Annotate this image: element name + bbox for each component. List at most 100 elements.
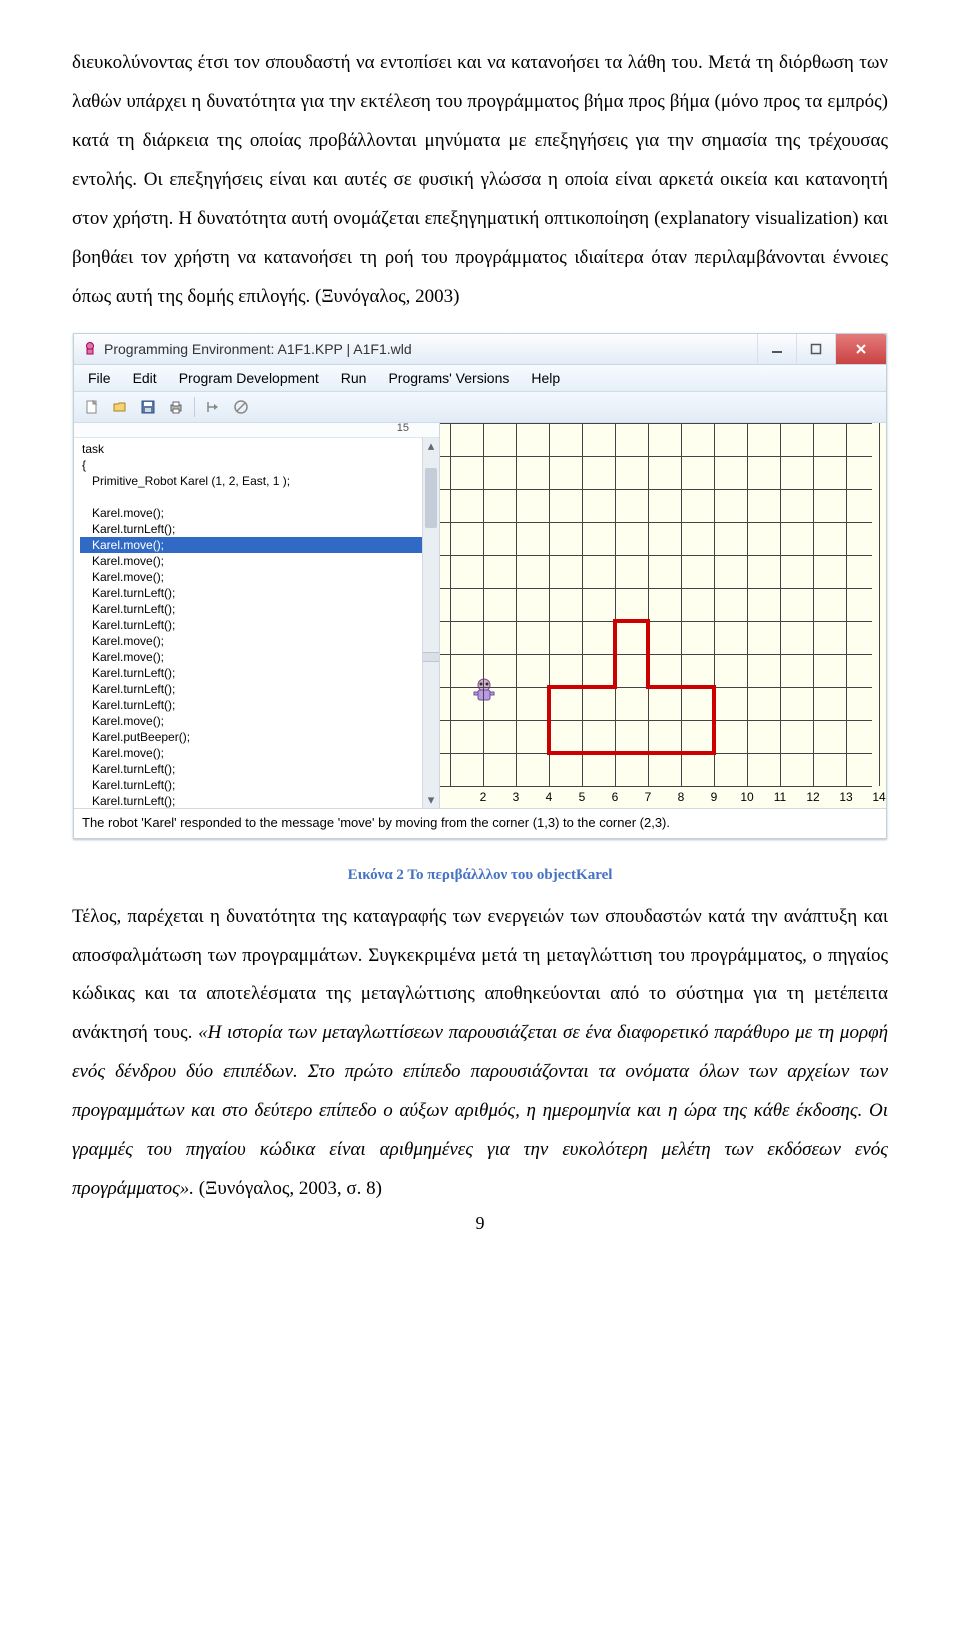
print-icon[interactable] bbox=[164, 395, 188, 419]
grid-line bbox=[483, 423, 484, 786]
grid-line bbox=[582, 423, 583, 786]
grid-line bbox=[440, 555, 872, 556]
axis-label: 13 bbox=[839, 790, 852, 804]
grid-line bbox=[440, 522, 872, 523]
code-line[interactable]: Karel.turnLeft(); bbox=[80, 681, 433, 697]
prose-para-1: διευκολύνοντας έτσι τον σπουδαστή να εντ… bbox=[72, 44, 888, 317]
code-line[interactable]: Karel.putBeeper(); bbox=[80, 729, 433, 745]
code-line[interactable]: Karel.turnLeft(); bbox=[80, 793, 433, 808]
code-line[interactable]: Karel.turnLeft(); bbox=[80, 777, 433, 793]
grid-line bbox=[747, 423, 748, 786]
close-button[interactable] bbox=[835, 334, 886, 364]
maximize-button[interactable] bbox=[796, 334, 835, 364]
status-bar: The robot 'Karel' responded to the messa… bbox=[74, 808, 886, 838]
wall bbox=[547, 685, 551, 755]
step-icon[interactable] bbox=[201, 395, 225, 419]
window-title: Programming Environment: A1F1.KPP | A1F1… bbox=[104, 341, 412, 357]
window-controls bbox=[757, 334, 886, 364]
code-line[interactable]: Karel.turnLeft(); bbox=[80, 585, 433, 601]
grid-line bbox=[813, 423, 814, 786]
wall bbox=[712, 685, 716, 755]
prose-para-2: Τέλος, παρέχεται η δυνατότητα της καταγρ… bbox=[72, 898, 888, 1210]
page-number: 9 bbox=[72, 1213, 888, 1234]
new-file-icon[interactable] bbox=[80, 395, 104, 419]
menu-edit[interactable]: Edit bbox=[127, 369, 163, 387]
code-line[interactable]: Karel.move(); bbox=[80, 553, 433, 569]
code-line[interactable]: task bbox=[80, 441, 433, 457]
figure-caption: Εικόνα 2 Το περιβάλλλον του objectKarel bbox=[72, 867, 888, 884]
toolbar bbox=[74, 392, 886, 423]
grid-line bbox=[440, 489, 872, 490]
axis-label: 6 bbox=[612, 790, 619, 804]
wall bbox=[547, 685, 617, 689]
code-ruler: 15 bbox=[74, 423, 439, 438]
code-line[interactable]: Karel.move(); bbox=[80, 649, 433, 665]
menubar: File Edit Program Development Run Progra… bbox=[74, 365, 886, 392]
menu-program-development[interactable]: Program Development bbox=[173, 369, 325, 387]
axis-label: 7 bbox=[645, 790, 652, 804]
axis-label: 3 bbox=[513, 790, 520, 804]
wall bbox=[613, 619, 650, 623]
karel-robot-icon bbox=[472, 678, 496, 704]
menu-run[interactable]: Run bbox=[335, 369, 373, 387]
axis-label: 5 bbox=[579, 790, 586, 804]
code-line[interactable]: Karel.turnLeft(); bbox=[80, 665, 433, 681]
code-line[interactable]: Karel.move(); bbox=[80, 537, 433, 553]
code-scroll-area[interactable]: task{ Primitive_Robot Karel (1, 2, East,… bbox=[74, 438, 439, 808]
scroll-up-icon[interactable]: ▴ bbox=[423, 438, 439, 454]
axis-label: 10 bbox=[740, 790, 753, 804]
code-line[interactable] bbox=[80, 489, 433, 505]
grid-line bbox=[648, 423, 649, 786]
code-line[interactable]: Primitive_Robot Karel (1, 2, East, 1 ); bbox=[80, 473, 433, 489]
splitter-handle[interactable] bbox=[423, 652, 439, 662]
code-scrollbar[interactable]: ▴ ▾ bbox=[422, 438, 439, 808]
code-pane: 15 task{ Primitive_Robot Karel (1, 2, Ea… bbox=[74, 423, 440, 808]
code-line[interactable]: Karel.turnLeft(); bbox=[80, 617, 433, 633]
code-line[interactable]: Karel.move(); bbox=[80, 505, 433, 521]
scrollbar-thumb[interactable] bbox=[425, 468, 437, 528]
wall bbox=[547, 751, 716, 755]
app-icon bbox=[82, 341, 98, 357]
minimize-button[interactable] bbox=[757, 334, 796, 364]
axis-label: 8 bbox=[678, 790, 685, 804]
grid-line bbox=[450, 423, 451, 786]
wall bbox=[613, 619, 617, 689]
grid-line bbox=[681, 423, 682, 786]
code-line[interactable]: { bbox=[80, 457, 433, 473]
menu-file[interactable]: File bbox=[82, 369, 117, 387]
para2-quote: «Η ιστορία των μεταγλωττίσεων παρουσιάζε… bbox=[72, 1022, 888, 1199]
scroll-down-icon[interactable]: ▾ bbox=[423, 792, 439, 808]
menu-help[interactable]: Help bbox=[525, 369, 566, 387]
grid-line bbox=[440, 621, 872, 622]
wall bbox=[646, 685, 716, 689]
menu-programs-versions[interactable]: Programs' Versions bbox=[382, 369, 515, 387]
grid-line bbox=[879, 423, 880, 786]
code-line[interactable]: Karel.turnLeft(); bbox=[80, 697, 433, 713]
save-icon[interactable] bbox=[136, 395, 160, 419]
workspace: 15 task{ Primitive_Robot Karel (1, 2, Ea… bbox=[74, 423, 886, 808]
grid-line bbox=[440, 720, 872, 721]
code-line[interactable]: Karel.move(); bbox=[80, 569, 433, 585]
grid-line bbox=[615, 423, 616, 786]
axis-label: 4 bbox=[546, 790, 553, 804]
open-file-icon[interactable] bbox=[108, 395, 132, 419]
stop-icon[interactable] bbox=[229, 395, 253, 419]
code-line[interactable]: Karel.move(); bbox=[80, 633, 433, 649]
axis-label: 11 bbox=[774, 790, 786, 804]
code-line[interactable]: Karel.move(); bbox=[80, 713, 433, 729]
figure-screenshot: Programming Environment: A1F1.KPP | A1F1… bbox=[72, 333, 888, 884]
wall bbox=[646, 619, 650, 689]
para2-tail: (Ξυνόγαλος, 2003, σ. 8) bbox=[194, 1178, 382, 1199]
status-text: The robot 'Karel' responded to the messa… bbox=[82, 815, 670, 830]
code-line[interactable]: Karel.turnLeft(); bbox=[80, 521, 433, 537]
world-pane[interactable]: 234567891011121314 bbox=[440, 423, 886, 808]
code-line[interactable]: Karel.move(); bbox=[80, 745, 433, 761]
code-line[interactable]: Karel.turnLeft(); bbox=[80, 761, 433, 777]
grid-line bbox=[440, 588, 872, 589]
grid-line bbox=[780, 423, 781, 786]
code-line[interactable]: Karel.turnLeft(); bbox=[80, 601, 433, 617]
code-editor[interactable]: task{ Primitive_Robot Karel (1, 2, East,… bbox=[74, 438, 439, 808]
grid-line bbox=[440, 654, 872, 655]
axis-label: 9 bbox=[711, 790, 718, 804]
titlebar: Programming Environment: A1F1.KPP | A1F1… bbox=[74, 333, 886, 365]
